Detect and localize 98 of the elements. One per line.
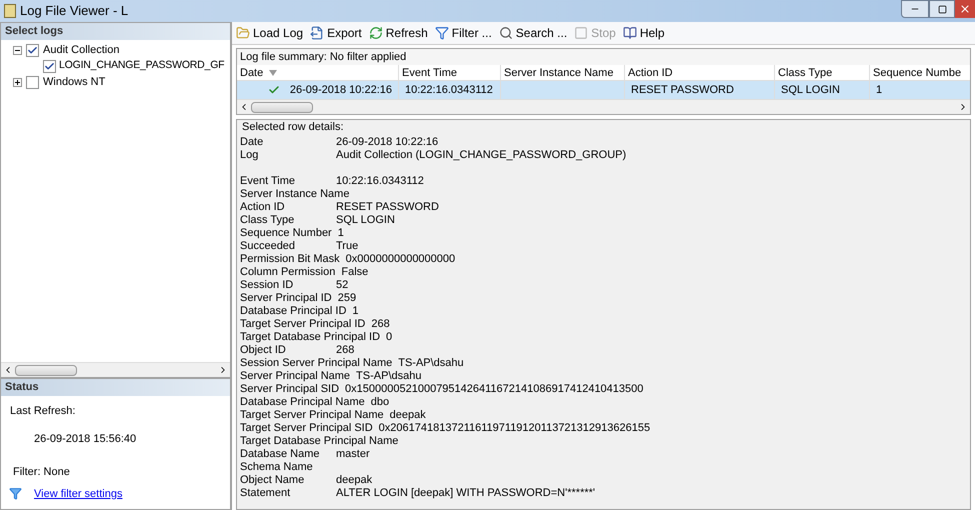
detail-value: 1 <box>338 227 344 240</box>
detail-value: TS-AP\dsahu <box>398 357 464 370</box>
detail-label: Class Type <box>240 214 296 227</box>
toolbar-button[interactable]: Help <box>622 24 665 42</box>
help-icon <box>622 26 637 40</box>
detail-label: Object ID <box>240 344 287 357</box>
detail-label: Target Database Principal Name <box>240 435 398 448</box>
toolbar-button[interactable]: Search ... <box>498 24 568 42</box>
expand-icon[interactable] <box>13 78 22 86</box>
detail-label: Column Permission <box>240 266 336 279</box>
detail-label: Session Server Principal Name <box>240 357 392 370</box>
horizontal-scrollbar[interactable] <box>237 99 970 114</box>
detail-value: RESET PASSWORD <box>336 201 439 214</box>
detail-value: 0x2061741813721161197119120113721312913626155 <box>378 422 650 435</box>
detail-value: Audit Collection (LOGIN_CHANGE_PASSWORD_GROUP) <box>336 149 626 162</box>
maximize-button[interactable] <box>929 0 955 18</box>
toolbar-button[interactable]: Filter ... <box>434 24 492 42</box>
panel-header: Select logs <box>1 23 230 40</box>
detail-label: Object Name <box>240 474 306 487</box>
detail-label: Database Name <box>240 448 320 461</box>
detail-label: Server Instance Name <box>240 188 350 201</box>
detail-label: Server Principal ID <box>240 292 332 305</box>
detail-value: 0 <box>386 331 392 344</box>
detail-label: Date <box>240 136 264 149</box>
checkbox[interactable] <box>26 44 39 56</box>
column-header[interactable]: Class Type <box>775 65 870 80</box>
detail-value: 52 <box>336 279 348 292</box>
tree-item[interactable]: Windows NT <box>43 74 106 90</box>
detail-label: Server Principal Name <box>240 370 350 383</box>
column-header[interactable]: Server Instance Name <box>501 65 625 80</box>
detail-value: 268 <box>336 344 354 357</box>
detail-value: 268 <box>371 318 390 331</box>
detail-value: SQL LOGIN <box>336 214 395 227</box>
filter-icon <box>9 487 22 500</box>
close-button[interactable] <box>955 0 975 18</box>
filter-status: Filter: None <box>13 465 71 480</box>
app-icon <box>4 4 16 18</box>
detail-label: Database Principal ID <box>240 305 346 318</box>
detail-label: Target Server Principal Name <box>240 409 384 422</box>
detail-label: Target Database Principal ID <box>240 331 380 344</box>
panel-header: Status <box>1 379 230 396</box>
checkbox[interactable] <box>43 60 56 72</box>
column-header[interactable]: Action ID <box>625 65 775 80</box>
stop-icon <box>574 26 588 40</box>
detail-label: Statement <box>240 487 292 500</box>
refresh-icon <box>368 26 383 40</box>
detail-value: False <box>341 266 368 279</box>
detail-label: Action ID <box>240 201 286 214</box>
detail-label: Target Server Principal SID <box>240 422 373 435</box>
detail-label: Target Server Principal ID <box>240 318 366 331</box>
detail-value: 26-09-2018 10:22:16 <box>336 136 438 149</box>
detail-value: 1 <box>352 305 359 318</box>
column-header[interactable]: Event Time <box>399 65 501 80</box>
filter-icon <box>434 26 449 40</box>
detail-label: Database Principal Name <box>240 396 365 409</box>
detail-label: Event Time <box>240 175 296 188</box>
details-title: Selected row details: <box>241 121 344 134</box>
detail-value: ALTER LOGIN [deepak] WITH PASSWORD=N'******' <box>336 487 596 500</box>
filter-settings-link[interactable]: View filter settings <box>34 486 122 502</box>
detail-value: 0x15000005210007951426411672141086917412410413500 <box>345 383 644 396</box>
last-refresh-label: Last Refresh: <box>10 404 76 419</box>
detail-value: deepak <box>390 409 426 422</box>
detail-label: Succeeded <box>240 240 296 253</box>
toolbar-button[interactable]: Load Log <box>236 24 304 42</box>
detail-label: Sequence Number <box>240 227 332 240</box>
detail-value: 259 <box>338 292 356 305</box>
detail-label: Log <box>240 149 260 162</box>
checkbox[interactable] <box>26 76 39 88</box>
folder-icon <box>236 26 250 40</box>
detail-value: 10:22:16.0343112 <box>336 175 424 188</box>
detail-value: deepak <box>336 474 372 487</box>
collapse-icon[interactable] <box>13 46 22 54</box>
detail-label: Schema Name <box>240 461 314 474</box>
detail-value: master <box>336 448 370 461</box>
maximize-icon <box>938 4 946 14</box>
tree-item[interactable]: LOGIN_CHANGE_PASSWORD_GF <box>59 58 224 74</box>
check-icon <box>268 84 280 96</box>
scroll-thumb[interactable] <box>251 102 313 112</box>
detail-label: Server Principal SID <box>240 383 340 396</box>
tree-item[interactable]: Audit Collection <box>43 42 120 58</box>
detail-value: True <box>336 240 358 253</box>
detail-value: dbo <box>370 396 390 409</box>
window-title: Log File Viewer - L <box>20 2 128 20</box>
export-icon <box>310 26 324 40</box>
scroll-thumb[interactable] <box>15 364 77 376</box>
log-summary: Log file summary: No filter applied <box>237 49 970 65</box>
search-icon <box>498 26 513 40</box>
detail-label: Session ID <box>240 279 294 292</box>
close-icon <box>959 3 971 15</box>
last-refresh-time: 26-09-2018 15:56:40 <box>34 432 138 446</box>
detail-value: TS-AP\dsahu <box>356 370 422 383</box>
toolbar-button[interactable]: Refresh <box>368 24 428 42</box>
detail-value: 0x0000000000000000 <box>346 253 456 266</box>
column-header[interactable]: Sequence Numbe <box>870 65 975 80</box>
detail-label: Permission Bit Mask <box>240 253 340 266</box>
table-row[interactable]: 26-09-2018 10:22:16 10:22:16.0343112 RESET PASSWORD SQL LOGIN 1 <box>237 81 970 99</box>
toolbar-button[interactable]: Export <box>310 24 362 42</box>
horizontal-scrollbar[interactable] <box>1 362 230 377</box>
